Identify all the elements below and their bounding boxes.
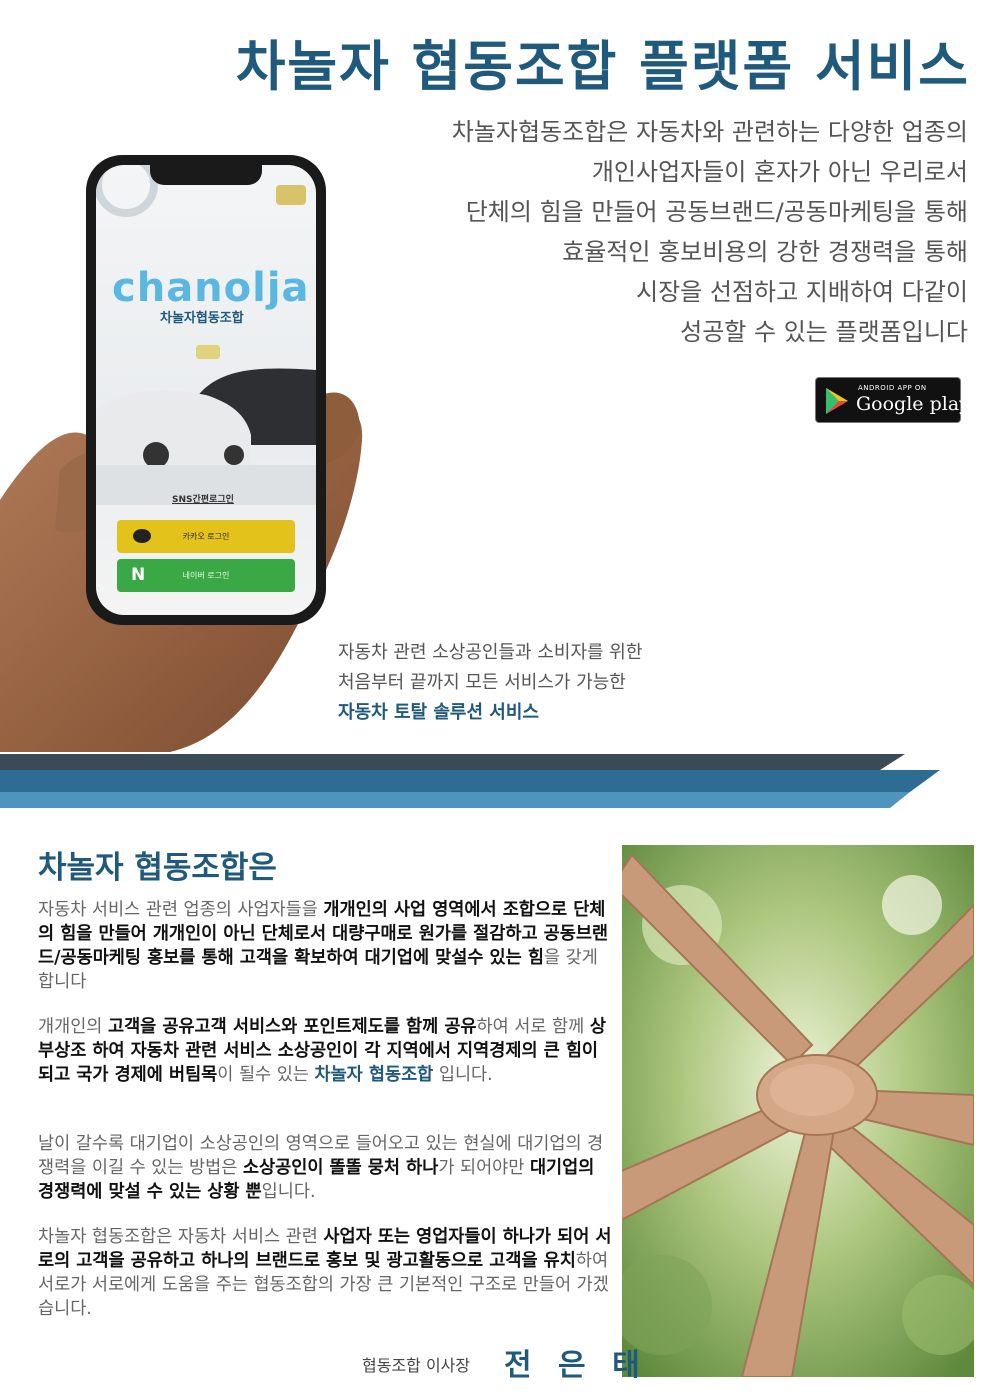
google-play-badge[interactable]: ANDROID APP ON Google play: [815, 377, 970, 423]
naver-login-button[interactable]: N 네이버 로그인: [117, 559, 295, 592]
tagline-line: 자동차 관련 소상공인들과 소비자를 위한: [338, 642, 643, 663]
paragraph-emphasis: 차놀자 협동조합: [314, 1065, 434, 1085]
paragraph-text: 입니다.: [261, 1182, 316, 1202]
signature-label: 협동조합 이사장: [362, 1356, 471, 1375]
tagline-line: 처음부터 끝까지 모든 서비스가 가능한: [338, 672, 626, 693]
paragraph-text: 차놀자 협동조합은 자동차 서비스 관련: [38, 1227, 324, 1247]
page-title: 차놀자 협동조합 플랫폼 서비스: [235, 35, 970, 98]
intro-line: 차놀자협동조합은 자동차와 관련하는 다양한 업종의: [451, 118, 968, 146]
intro-line: 시장을 선점하고 지배하여 다같이: [635, 278, 968, 306]
divider-bands: [0, 754, 940, 808]
signature-name: 전 은 태: [504, 1348, 648, 1383]
about-title: 차놀자 협동조합은: [38, 850, 277, 886]
about-paragraph-2: 개개인의 고객을 공유고객 서비스와 포인트제도를 함께 공유하여 서로 함께 …: [38, 1015, 613, 1087]
intro-line: 개인사업자들이 혼자가 아닌 우리로서: [591, 158, 968, 186]
intro-text: 차놀자협동조합은 자동차와 관련하는 다양한 업종의 개인사업자들이 혼자가 아…: [328, 112, 968, 352]
about-paragraph-3: 날이 갈수록 대기업이 소상공인의 영역으로 들어오고 있는 현실에 대기업의 …: [38, 1132, 613, 1204]
about-paragraph-1: 자동차 서비스 관련 업종의 사업자들을 개개인의 사업 영역에서 조합으로 단…: [38, 898, 613, 994]
paragraph-text: 개개인의: [38, 1017, 108, 1037]
google-play-icon: [826, 388, 848, 414]
app-logo: chanolja: [112, 265, 310, 311]
tagline-highlight: 자동차 토탈 솔루션 서비스: [338, 702, 539, 723]
paragraph-text: 가 되어야만: [438, 1158, 530, 1178]
kakao-login-label: 카카오 로그인: [182, 532, 230, 541]
naver-login-label: 네이버 로그인: [182, 571, 230, 580]
intro-line: 효율적인 홍보비용의 강한 경쟁력을 통해: [562, 238, 968, 266]
paragraph-text: 이 될수 있는: [217, 1065, 315, 1085]
intro-line: 성공할 수 있는 플랫폼입니다: [680, 318, 968, 346]
about-paragraph-4: 차놀자 협동조합은 자동차 서비스 관련 사업자 또는 영업자들이 하나가 되어…: [38, 1225, 613, 1321]
paragraph-text: 자동차 서비스 관련 업종의 사업자들을: [38, 900, 324, 920]
kakao-login-button[interactable]: 카카오 로그인: [117, 520, 295, 553]
paragraph-emphasis: 고객을 공유고객 서비스와 포인트제도를 함께 공유: [107, 1017, 477, 1037]
tagline: 자동차 관련 소상공인들과 소비자를 위한 처음부터 끝까지 모든 서비스가 가…: [338, 638, 642, 728]
phone-notch: [150, 163, 262, 185]
paragraph-emphasis: 소상공인이 똘똘 뭉처 하나: [242, 1158, 439, 1178]
app-logo-sub: 차놀자협동조합: [160, 311, 244, 326]
sns-login-label: SNS간편로그인: [172, 495, 234, 505]
teamwork-hands-photo: [622, 845, 974, 1377]
kakao-chat-icon: [133, 529, 151, 543]
badge-big-text: Google play: [856, 393, 970, 415]
badge-small-text: ANDROID APP ON: [858, 384, 927, 392]
intro-line: 단체의 힘을 만들어 공동브랜드/공동마케팅을 통해: [465, 198, 968, 226]
naver-n-icon: N: [131, 565, 146, 585]
paragraph-text: 하여 서로 함께: [476, 1017, 590, 1037]
paragraph-text: 입니다.: [433, 1065, 493, 1085]
